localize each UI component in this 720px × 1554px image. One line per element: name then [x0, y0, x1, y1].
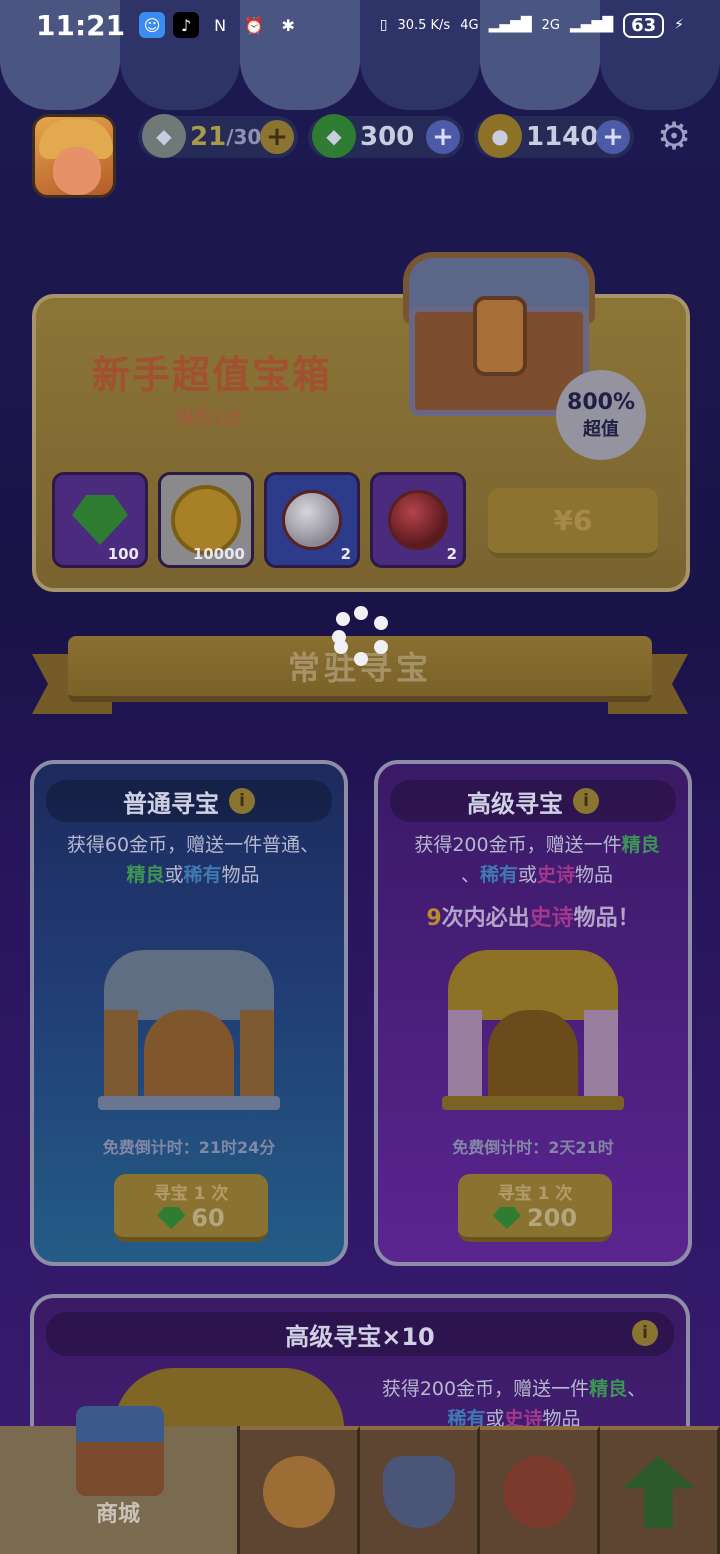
advanced-hunt-x10-desc: 获得200金币，赠送一件精良、 稀有或史诗物品 — [381, 1378, 647, 1430]
advanced-hunt-header: 高级寻宝 i — [390, 780, 676, 822]
normal-hunt-desc: 获得60金币，赠送一件普通、 精良或稀有物品 — [66, 834, 320, 886]
advanced-hunt-countdown: 免费倒计时：2天21时 — [452, 1138, 614, 1157]
gem-icon — [492, 1207, 521, 1229]
reward-item-coins[interactable]: 10000 — [158, 472, 254, 568]
ball-red-icon — [388, 490, 448, 550]
buy-starter-pack-button[interactable]: ¥6 — [488, 488, 658, 558]
info-icon[interactable]: i — [632, 1320, 658, 1346]
charging-icon: ⚡ — [674, 17, 684, 33]
player-avatar[interactable] — [32, 114, 116, 198]
upgrade-arrow-icon — [622, 1456, 695, 1528]
value-badge: 800% 超值 — [556, 370, 646, 460]
starter-pack-card: 新手超值宝箱 限购1次 800% 超值 100 10000 2 2 ¥6 — [32, 252, 690, 592]
app-notification-icon: ☺ — [139, 12, 166, 38]
silver-gate-icon — [98, 950, 280, 1110]
badge-percent: 800% — [567, 389, 635, 415]
button-cost: 60 — [157, 1204, 225, 1232]
battery-level: 63 — [623, 12, 665, 38]
energy-max: /30 — [226, 125, 262, 149]
status-right: ▯ 30.5 K/s 4G ▂▄▆█ 2G ▂▄▆█ 63 ⚡ — [379, 12, 684, 38]
gem-icon — [157, 1207, 186, 1229]
coins-value: 1140 — [526, 122, 599, 152]
button-cost: 200 — [492, 1204, 577, 1232]
gem-icon — [72, 495, 128, 545]
app-root: 11:21 ☺ ♪ N ⏰ ✱ ▯ 30.5 K/s 4G ▂▄▆█ 2G ▂▄… — [0, 0, 720, 1554]
settings-gear-icon[interactable]: ⚙ — [654, 116, 694, 156]
gem-icon: ◆ — [312, 114, 356, 158]
nav-shop-label: 商城 — [96, 1502, 141, 1527]
info-icon[interactable]: i — [573, 788, 599, 814]
advanced-hunt-title: 高级寻宝 — [467, 789, 563, 818]
reward-item-ball-red[interactable]: 2 — [370, 472, 466, 568]
energy-counter: ◆ 21/30 + — [138, 114, 298, 158]
normal-hunt-card: 普通寻宝 i 获得60金币，赠送一件普通、 精良或稀有物品 免费倒计时：21时2… — [30, 760, 348, 1266]
add-coins-button[interactable]: + — [596, 120, 630, 154]
item-count: 2 — [340, 545, 351, 563]
energy-value: 21 — [190, 122, 227, 152]
nav-tab-upgrade[interactable] — [600, 1426, 720, 1554]
nav-tab-battle[interactable] — [360, 1426, 480, 1554]
alarm-icon: ⏰ — [244, 15, 265, 35]
coins-counter: ● 1140 + — [474, 114, 634, 158]
normal-hunt-countdown: 免费倒计时：21时24分 — [102, 1138, 276, 1157]
advanced-hunt-x10-title: 高级寻宝×10 — [46, 1312, 674, 1356]
coin-icon: ● — [478, 114, 522, 158]
advanced-hunt-card: 高级寻宝 i 获得200金币，赠送一件精良 、稀有或史诗物品 9次内必出史诗物品… — [374, 760, 692, 1266]
status-time: 11:21 — [36, 8, 126, 42]
dart-target-icon — [502, 1456, 575, 1528]
status-bar: 11:21 ☺ ♪ N ⏰ ✱ ▯ 30.5 K/s 4G ▂▄▆█ 2G ▂▄… — [0, 0, 720, 50]
vibrate-icon: ▯ — [379, 17, 388, 33]
nav-tab-shop[interactable]: 商城 — [0, 1406, 240, 1554]
tiktok-icon: ♪ — [173, 12, 200, 38]
shield-swords-icon — [382, 1456, 455, 1528]
gems-counter: ◆ 300 + — [308, 114, 464, 158]
item-count: 100 — [107, 545, 139, 563]
advanced-hunt-button[interactable]: 寻宝 1 次 200 — [458, 1174, 612, 1242]
epic-guarantee-text: 9次内必出史诗物品！ — [426, 906, 640, 931]
badge-text: 超值 — [583, 418, 619, 440]
info-icon[interactable]: i — [229, 788, 255, 814]
energy-icon: ◆ — [142, 114, 186, 158]
signal-4g: 4G — [460, 17, 479, 33]
bluetooth-icon: ✱ — [281, 15, 295, 35]
net-speed: 30.5 K/s — [397, 17, 451, 33]
advanced-hunt-desc: 获得200金币，赠送一件精良 、稀有或史诗物品 — [414, 834, 660, 886]
normal-hunt-button[interactable]: 寻宝 1 次 60 — [114, 1174, 268, 1242]
ball-icon — [282, 490, 342, 550]
nav-tab-heroes[interactable] — [240, 1426, 360, 1554]
signal-bars-2-icon: ▂▄▆█ — [570, 17, 614, 33]
starter-pack-items: 100 10000 2 2 — [52, 472, 466, 568]
item-count: 10000 — [192, 545, 245, 563]
gems-value: 300 — [360, 122, 415, 152]
notification-icons: ☺ ♪ N ⏰ ✱ — [139, 12, 301, 38]
reward-item-ball[interactable]: 2 — [264, 472, 360, 568]
nav-tab-target[interactable] — [480, 1426, 600, 1554]
shop-icon — [76, 1406, 164, 1496]
hero-icon — [262, 1456, 335, 1528]
normal-hunt-title: 普通寻宝 — [123, 789, 219, 818]
bottom-nav: 商城 — [0, 1406, 720, 1554]
signal-2g: 2G — [541, 17, 561, 33]
button-label: 寻宝 1 次 — [153, 1184, 229, 1204]
resource-bar: ◆ 21/30 + ◆ 300 + ● 1140 + ⚙ — [0, 112, 720, 198]
item-count: 2 — [446, 545, 457, 563]
nfc-icon: N — [214, 15, 227, 35]
loading-spinner-icon — [328, 606, 392, 670]
reward-item-gems[interactable]: 100 — [52, 472, 148, 568]
starter-pack-limit: 限购1次 — [176, 408, 242, 429]
golden-gate-icon — [442, 950, 624, 1110]
normal-hunt-header: 普通寻宝 i — [46, 780, 332, 822]
add-energy-button[interactable]: + — [260, 120, 294, 154]
signal-bars-icon: ▂▄▆█ — [488, 17, 532, 33]
add-gems-button[interactable]: + — [426, 120, 460, 154]
starter-pack-title: 新手超值宝箱 — [92, 353, 333, 397]
button-label: 寻宝 1 次 — [497, 1184, 573, 1204]
